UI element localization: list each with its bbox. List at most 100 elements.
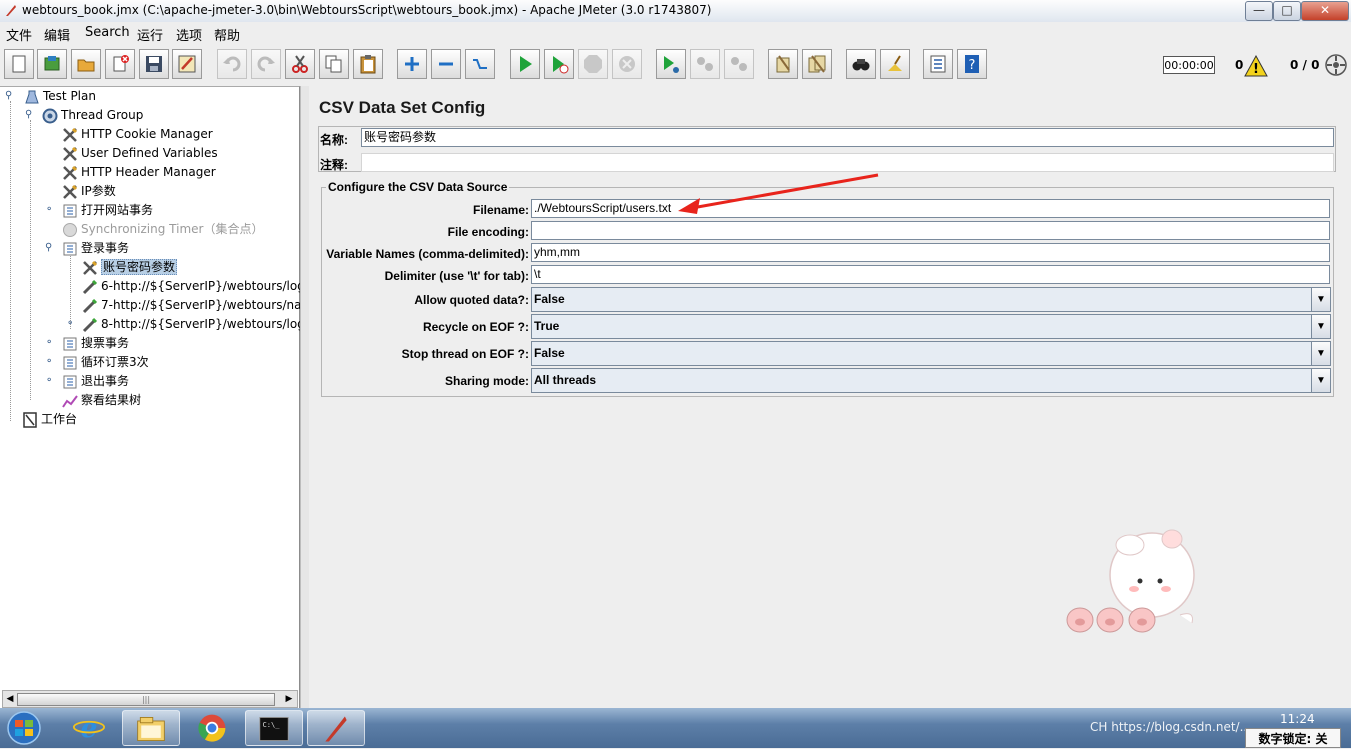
tree-toggle-icon[interactable]: ⚲ [45, 242, 52, 253]
taskbar-clock[interactable]: 11:24 [1280, 712, 1315, 726]
tree-node-ip-params[interactable]: IP参数 [62, 182, 116, 201]
scrollbar-thumb[interactable]: ||| [17, 693, 275, 706]
encoding-input[interactable] [531, 221, 1330, 240]
tree-horizontal-scrollbar[interactable]: ◀ ||| ▶ [2, 690, 298, 708]
sharing-select[interactable]: All threads ▼ [531, 368, 1331, 393]
menu-file[interactable]: 文件 [6, 25, 32, 44]
quoted-select[interactable]: False ▼ [531, 287, 1331, 312]
clear-icon[interactable] [768, 49, 798, 79]
menu-search[interactable]: Search [85, 25, 130, 40]
chevron-down-icon[interactable]: ▼ [1311, 369, 1330, 392]
stop-icon[interactable] [578, 49, 608, 79]
scroll-right-icon[interactable]: ▶ [283, 692, 295, 706]
close-icon[interactable] [105, 49, 135, 79]
paste-icon[interactable] [353, 49, 383, 79]
stopthread-select[interactable]: False ▼ [531, 341, 1331, 366]
varnames-input[interactable]: yhm,mm [531, 243, 1330, 262]
reset-search-icon[interactable] [880, 49, 910, 79]
menu-run[interactable]: 运行 [137, 25, 163, 44]
taskbar-explorer-icon[interactable] [122, 710, 180, 746]
varnames-label: Variable Names (comma-delimited): [326, 247, 529, 261]
function-helper-icon[interactable] [923, 49, 953, 79]
panel-title: CSV Data Set Config [319, 98, 486, 117]
remote-start-icon[interactable] [656, 49, 686, 79]
filename-input[interactable]: ./WebtoursScript/users.txt [531, 199, 1330, 218]
templates-icon[interactable] [37, 49, 67, 79]
warning-icon[interactable]: ! [1244, 55, 1268, 77]
tree-node-cookie-manager[interactable]: HTTP Cookie Manager [62, 125, 213, 144]
tree-node-login-transaction[interactable]: 登录事务 [62, 239, 129, 258]
help-icon[interactable]: ? [957, 49, 987, 79]
clear-all-icon[interactable] [802, 49, 832, 79]
tree-node-sampler-7[interactable]: 7-http://${ServerIP}/webtours/nav.pl [82, 296, 322, 315]
tree-node-sampler-6[interactable]: 6-http://${ServerIP}/webtours/login.p [82, 277, 327, 296]
open-icon[interactable] [71, 49, 101, 79]
tree-node-user-defined-variables[interactable]: User Defined Variables [62, 144, 218, 163]
redo-icon[interactable] [251, 49, 281, 79]
tree-node-open-site-transaction[interactable]: 打开网站事务 [62, 201, 153, 220]
taskbar-jmeter-icon[interactable] [307, 710, 365, 746]
menu-edit[interactable]: 编辑 [44, 25, 70, 44]
taskbar-ie-icon[interactable]: e [62, 710, 120, 746]
toggle-icon[interactable] [465, 49, 495, 79]
minimize-button[interactable]: — [1245, 1, 1273, 21]
undo-icon[interactable] [217, 49, 247, 79]
tree-node-sync-timer[interactable]: Synchronizing Timer（集合点） [62, 220, 263, 239]
start-icon[interactable] [510, 49, 540, 79]
timer-icon [63, 222, 77, 237]
filename-label: Filename: [472, 203, 529, 217]
tree-node-loop-booking[interactable]: 循环订票3次 [62, 353, 149, 372]
close-button[interactable]: ✕ [1301, 1, 1349, 21]
tree-toggle-icon[interactable]: ⚲ [5, 90, 12, 101]
save-icon[interactable] [139, 49, 169, 79]
tree-toggle-icon[interactable]: ⚬ [45, 375, 53, 386]
group-title: Configure the CSV Data Source [326, 180, 510, 194]
tree-toggle-icon[interactable]: ⚲ [25, 109, 32, 120]
remote-shutdown-icon[interactable] [724, 49, 754, 79]
tree-node-label: 退出事务 [81, 374, 130, 388]
start-button-icon[interactable] [4, 711, 44, 745]
tree-node-test-plan[interactable]: Test Plan [24, 87, 96, 106]
scroll-left-icon[interactable]: ◀ [4, 692, 16, 706]
recycle-select[interactable]: True ▼ [531, 314, 1331, 339]
tree-toggle-icon[interactable]: ⚬ [45, 337, 53, 348]
menu-help[interactable]: 帮助 [214, 25, 240, 44]
bunny-sticker-icon [1066, 529, 1195, 633]
remote-stop-icon[interactable] [690, 49, 720, 79]
cut-icon[interactable] [285, 49, 315, 79]
tree-node-workbench[interactable]: 工作台 [22, 410, 77, 429]
shutdown-icon[interactable] [612, 49, 642, 79]
tree-toggle-icon[interactable]: ⚬ [66, 318, 74, 329]
save-screenshot-icon[interactable] [172, 49, 202, 79]
tree-node-label: 循环订票3次 [81, 355, 149, 369]
chevron-down-icon[interactable]: ▼ [1311, 342, 1330, 365]
tree-toggle-icon[interactable]: ⚬ [45, 356, 53, 367]
taskbar-cmd-icon[interactable]: C:\_ [245, 710, 303, 746]
delimiter-input[interactable]: \t [531, 265, 1330, 284]
copy-icon[interactable] [319, 49, 349, 79]
chevron-down-icon[interactable]: ▼ [1311, 315, 1330, 338]
menu-options[interactable]: 选项 [176, 25, 202, 44]
tree-node-logout-transaction[interactable]: 退出事务 [62, 372, 129, 391]
chevron-down-icon[interactable]: ▼ [1311, 288, 1330, 311]
tree-node-header-manager[interactable]: HTTP Header Manager [62, 163, 216, 182]
name-input[interactable]: 账号密码参数 [361, 128, 1334, 147]
tree-node-search-transaction[interactable]: 搜票事务 [62, 334, 129, 353]
tree-node-thread-group[interactable]: Thread Group [42, 106, 143, 125]
search-icon[interactable] [846, 49, 876, 79]
tree-node-results-tree[interactable]: 察看结果树 [62, 391, 141, 410]
tree-node-sampler-8[interactable]: 8-http://${ServerIP}/webtours/login.p [82, 315, 327, 334]
pane-splitter[interactable] [300, 86, 309, 708]
tree-node-account-params[interactable]: 账号密码参数 [82, 258, 178, 277]
start-no-pause-icon[interactable] [544, 49, 574, 79]
tree-toggle-icon[interactable]: ⚬ [45, 204, 53, 215]
listener-icon [62, 394, 78, 408]
new-icon[interactable] [4, 49, 34, 79]
tree-node-label: 打开网站事务 [81, 203, 154, 217]
expand-icon[interactable] [397, 49, 427, 79]
error-count: 0 [1235, 58, 1244, 72]
taskbar-chrome-icon[interactable] [183, 710, 241, 746]
collapse-icon[interactable] [431, 49, 461, 79]
elapsed-timer: 00:00:00 [1163, 56, 1215, 74]
maximize-button[interactable]: □ [1273, 1, 1301, 21]
